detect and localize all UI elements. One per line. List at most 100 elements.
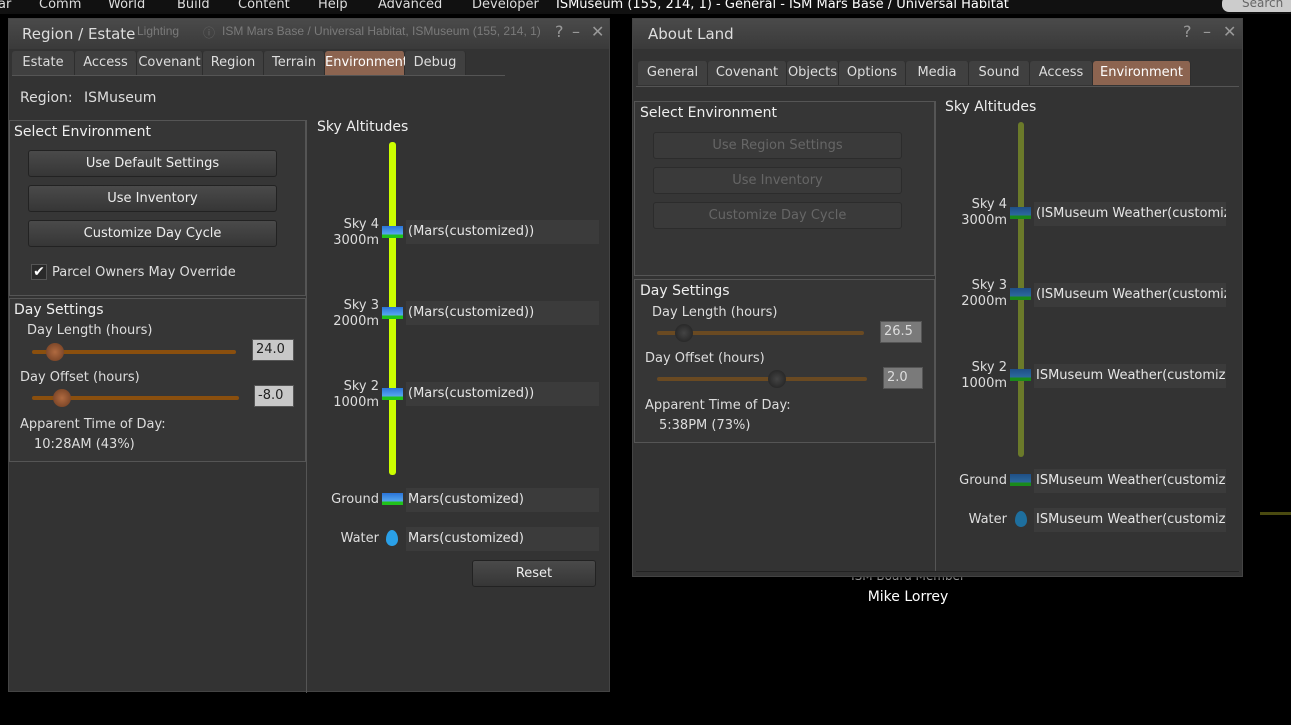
use-region-settings-button[interactable]: Use Region Settings xyxy=(653,132,902,159)
ground-icon[interactable] xyxy=(382,493,403,505)
select-environment-heading: Select Environment xyxy=(14,124,152,140)
day-length-input[interactable]: 24.0 xyxy=(252,339,294,361)
sky3-altitude: 2000m xyxy=(333,314,379,329)
day-offset-input[interactable]: 2.0 xyxy=(883,367,923,389)
sky4-label: Sky 4 3000m xyxy=(947,197,1007,229)
menu-bar: ar Comm World Build Content Help Advance… xyxy=(0,0,1291,14)
sky2-field: ISMuseum Weather(customize xyxy=(1034,364,1226,388)
sky-altitudes-heading: Sky Altitudes xyxy=(945,99,1037,115)
sky3-field[interactable]: (Mars(customized)) xyxy=(406,301,599,325)
day-length-slider[interactable] xyxy=(32,343,236,361)
slider-thumb[interactable] xyxy=(53,389,71,407)
apparent-time-label: Apparent Time of Day: xyxy=(20,417,166,432)
title-bar[interactable]: About Land ? – ✕ xyxy=(633,19,1242,49)
use-inventory-button[interactable]: Use Inventory xyxy=(653,167,902,194)
tab-covenant[interactable]: Covenant xyxy=(708,61,787,85)
sky-icon xyxy=(1010,369,1031,381)
window-title: About Land xyxy=(648,25,734,43)
menu-content[interactable]: Content xyxy=(238,0,290,12)
location-text: ISMuseum (155, 214, 1) - General - ISM M… xyxy=(556,0,1009,12)
menu-advanced[interactable]: Advanced xyxy=(378,0,442,12)
help-icon[interactable]: ? xyxy=(1183,22,1192,41)
tab-estate[interactable]: Estate xyxy=(12,51,75,75)
menu-me[interactable]: ar xyxy=(0,0,11,12)
sky4-name: Sky 4 xyxy=(971,197,1007,212)
column-divider xyxy=(306,120,307,693)
sky4-altitude: 3000m xyxy=(333,233,379,248)
select-environment-panel: Select Environment Use Region Settings U… xyxy=(634,101,935,276)
slider-thumb[interactable] xyxy=(46,343,64,361)
close-icon[interactable]: ✕ xyxy=(591,22,604,41)
sky4-field[interactable]: (Mars(customized)) xyxy=(406,220,599,244)
tab-sound[interactable]: Sound xyxy=(969,61,1030,85)
tab-media[interactable]: Media xyxy=(906,61,969,85)
tab-environment[interactable]: Environment xyxy=(1093,61,1191,85)
water-drop-icon[interactable] xyxy=(386,530,398,546)
sky-icon[interactable] xyxy=(382,226,403,238)
ground-field: ISMuseum Weather(customize xyxy=(1034,469,1226,493)
sky4-field: (ISMuseum Weather(customiz xyxy=(1034,202,1226,226)
use-default-settings-button[interactable]: Use Default Settings xyxy=(28,150,277,177)
day-offset-slider[interactable] xyxy=(657,370,867,388)
title-bar[interactable]: Region / Estate ? – ✕ xyxy=(9,19,609,49)
search-input[interactable]: Search xyxy=(1222,0,1291,12)
sky-altitudes-heading: Sky Altitudes xyxy=(317,119,409,135)
region-estate-window: Region / Estate ? – ✕ Estate Access Cove… xyxy=(8,18,610,693)
use-inventory-button[interactable]: Use Inventory xyxy=(28,185,277,212)
menu-build[interactable]: Build xyxy=(177,0,210,12)
menu-help[interactable]: Help xyxy=(318,0,348,12)
day-offset-slider[interactable] xyxy=(32,389,239,407)
tab-access[interactable]: Access xyxy=(75,51,137,75)
customize-day-cycle-button[interactable]: Customize Day Cycle xyxy=(28,220,277,247)
ground-field[interactable]: Mars(customized) xyxy=(406,488,599,512)
sky3-name: Sky 3 xyxy=(971,278,1007,293)
sky2-field[interactable]: (Mars(customized)) xyxy=(406,382,599,406)
minimize-icon[interactable]: – xyxy=(572,22,580,41)
minimize-icon[interactable]: – xyxy=(1203,22,1211,41)
window-title: Region / Estate xyxy=(22,25,136,43)
tab-objects[interactable]: Objects xyxy=(787,61,839,85)
sky4-altitude: 3000m xyxy=(961,213,1007,228)
tab-covenant[interactable]: Covenant xyxy=(137,51,203,75)
slider-thumb[interactable] xyxy=(675,324,693,342)
sky2-label: Sky 2 1000m xyxy=(947,360,1007,392)
menu-comm[interactable]: Comm xyxy=(39,0,81,12)
tab-debug[interactable]: Debug xyxy=(405,51,466,75)
region-name: ISMuseum xyxy=(84,90,157,106)
parcel-override-checkbox[interactable]: ✔ xyxy=(31,264,47,280)
day-length-slider[interactable] xyxy=(657,324,864,342)
water-label: Water xyxy=(340,531,379,546)
close-icon[interactable]: ✕ xyxy=(1223,22,1236,41)
tab-general[interactable]: General xyxy=(638,61,708,85)
help-icon[interactable]: ? xyxy=(555,22,564,41)
ground-label: Ground xyxy=(959,473,1007,488)
slider-thumb[interactable] xyxy=(768,370,786,388)
day-settings-heading: Day Settings xyxy=(640,283,730,299)
water-field[interactable]: Mars(customized) xyxy=(406,527,599,551)
day-settings-panel: Day Settings Day Length (hours) 24.0 Day… xyxy=(9,298,306,462)
tab-environment[interactable]: Environment xyxy=(325,51,408,75)
sky-icon[interactable] xyxy=(382,307,403,319)
menu-developer[interactable]: Developer xyxy=(472,0,539,12)
sky2-label: Sky 2 1000m xyxy=(319,379,379,411)
bottom-divider xyxy=(636,571,1239,572)
day-offset-input[interactable]: -8.0 xyxy=(254,385,294,407)
tab-options[interactable]: Options xyxy=(839,61,906,85)
reset-button[interactable]: Reset xyxy=(472,560,596,587)
tab-terrain[interactable]: Terrain xyxy=(264,51,325,75)
day-length-label: Day Length (hours) xyxy=(652,305,778,320)
ground-label: Ground xyxy=(331,492,379,507)
day-length-input[interactable]: 26.5 xyxy=(880,321,922,343)
sky2-altitude: 1000m xyxy=(333,395,379,410)
background-line xyxy=(1260,512,1291,515)
sky2-name: Sky 2 xyxy=(971,360,1007,375)
sky4-label: Sky 4 3000m xyxy=(319,217,379,249)
tab-bar: General Covenant Objects Options Media S… xyxy=(638,61,1191,85)
customize-day-cycle-button[interactable]: Customize Day Cycle xyxy=(653,202,902,229)
checkmark-icon: ✔ xyxy=(33,264,45,280)
tab-access[interactable]: Access xyxy=(1030,61,1093,85)
tab-region[interactable]: Region xyxy=(203,51,264,75)
day-length-label: Day Length (hours) xyxy=(27,323,153,338)
sky-icon[interactable] xyxy=(382,388,403,400)
menu-world[interactable]: World xyxy=(108,0,145,12)
